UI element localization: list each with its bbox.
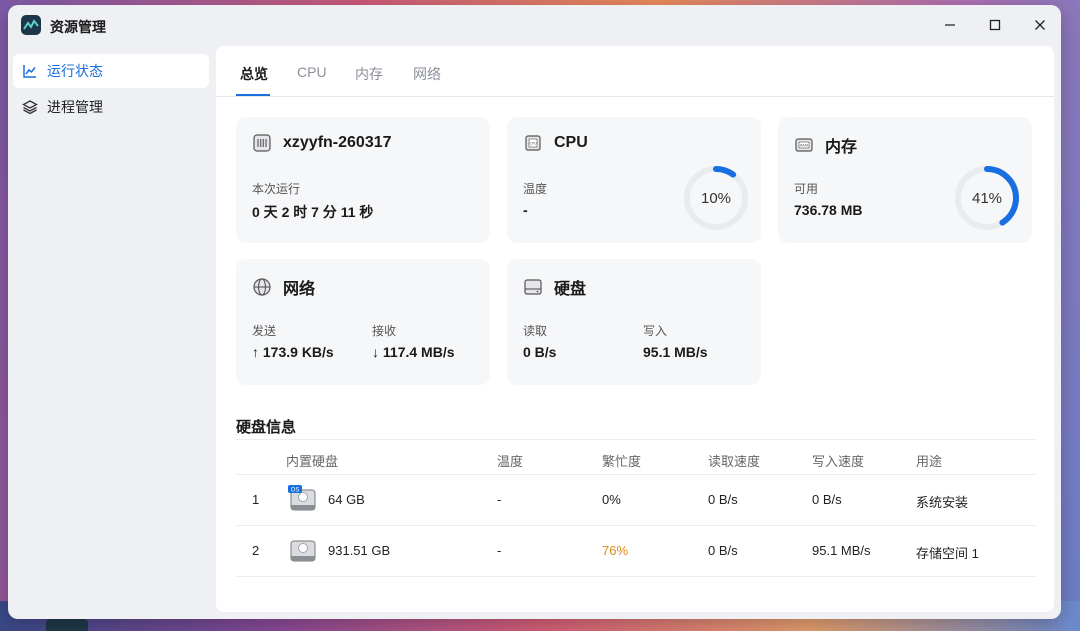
table-header: 内置硬盘 温度 繁忙度 读取速度 写入速度 用途 [236,439,1036,475]
memory-title: 内存 [825,139,858,156]
active-tab-indicator [236,94,270,96]
svg-text:CPU: CPU [529,142,537,146]
disk-busy: 0% [602,492,621,507]
close-button[interactable] [1025,13,1055,37]
sidebar-item-label: 进程管理 [47,99,103,115]
cpu-temp-label: 温度 [523,182,548,196]
maximize-button[interactable] [980,13,1010,37]
cpu-usage-text: 10% [700,189,732,207]
disk-title: 硬盘 [554,281,587,298]
row-index: 2 [252,543,260,558]
table-row[interactable]: 2 931.51 GB - 76% 0 B/s 95.1 MB/s 存储空间 1 [236,526,1036,577]
memory-avail-label: 可用 [794,182,819,196]
column-header: 写入速度 [812,454,865,469]
disk-drive-icon: OS [288,485,318,513]
host-card: xzyyfn-260317 本次运行 0 天 2 时 7 分 11 秒 [236,117,490,243]
uptime-value: 0 天 2 时 7 分 11 秒 [252,204,374,220]
write-value: 95.1 MB/s [643,344,708,360]
disk-size: 64 GB [328,492,365,507]
disk-temp: - [497,492,502,507]
memory-usage-ring: 41% [953,164,1021,232]
write-label: 写入 [643,324,668,338]
ram-icon: RAM [794,135,814,155]
cpu-temp-value: - [523,202,528,218]
disk-card: 硬盘 读取 0 B/s 写入 95.1 MB/s [507,259,761,385]
globe-icon [252,277,272,297]
table-row[interactable]: 1 OS 64 GB - 0% 0 B/s 0 B/s 系统安装 [236,475,1036,526]
os-badge: OS [291,486,300,493]
disk-busy: 76% [602,543,629,558]
sidebar-item-status[interactable]: 运行状态 [13,54,209,88]
column-header: 用途 [916,454,943,469]
disk-write-speed: 0 B/s [812,492,842,507]
cpu-chip-icon: CPU [523,133,543,153]
tab-cpu[interactable]: CPU [297,64,327,80]
read-value: 0 B/s [523,344,557,360]
cpu-title: CPU [554,134,588,151]
uptime-label: 本次运行 [252,182,301,196]
column-header: 温度 [497,454,524,469]
disk-read-speed: 0 B/s [708,543,738,558]
column-header: 读取速度 [708,454,761,469]
title-bar[interactable]: 资源管理 [8,5,1061,45]
disk-info-title: 硬盘信息 [236,419,297,436]
disk-read-speed: 0 B/s [708,492,738,507]
main-panel: 总览 CPU 内存 网络 xzyyfn-260317 本次运行 0 天 2 时 … [216,46,1054,612]
sidebar-item-label: 运行状态 [47,63,103,79]
tab-overview[interactable]: 总览 [240,64,268,84]
tab-memory[interactable]: 内存 [355,64,383,84]
network-card: 网络 发送 ↑ 173.9 KB/s 接收 ↓ 117.4 MB/s [236,259,490,385]
svg-text:RAM: RAM [800,144,808,148]
column-header: 繁忙度 [602,454,642,469]
layers-icon [22,99,38,115]
disk-write-speed: 95.1 MB/s [812,543,871,558]
hard-disk-icon [523,277,543,297]
cpu-usage-ring: 10% [682,164,750,232]
server-icon [252,133,272,153]
app-title: 资源管理 [50,19,106,35]
recv-value: ↓ 117.4 MB/s [372,344,455,360]
tab-network[interactable]: 网络 [413,64,441,84]
tab-bar: 总览 CPU 内存 网络 [216,46,1054,97]
disk-usage: 存储空间 1 [916,546,979,561]
minimize-button[interactable] [935,13,965,37]
sidebar-item-process[interactable]: 进程管理 [13,90,209,124]
line-chart-icon [22,63,38,79]
row-index: 1 [252,492,260,507]
cpu-card: CPU CPU 温度 - 10% [507,117,761,243]
disk-usage: 系统安装 [916,495,969,510]
read-label: 读取 [523,324,548,338]
recv-label: 接收 [372,324,397,338]
send-value: ↑ 173.9 KB/s [252,344,334,360]
app-logo-icon [21,15,41,35]
memory-usage-text: 41% [971,189,1003,207]
disk-drive-icon [288,536,318,564]
disk-temp: - [497,543,502,558]
taskbar-app-icon[interactable] [46,619,88,631]
column-header: 内置硬盘 [286,454,339,469]
host-name: xzyyfn-260317 [283,134,392,151]
network-title: 网络 [283,281,316,298]
memory-card: RAM 内存 可用 736.78 MB 41% [778,117,1032,243]
app-window: 资源管理 运行状态 进程管理 总览 CPU 内存 网络 xzyyfn-26031… [8,5,1061,619]
memory-avail-value: 736.78 MB [794,202,863,218]
send-label: 发送 [252,324,277,338]
disk-size: 931.51 GB [328,543,391,558]
